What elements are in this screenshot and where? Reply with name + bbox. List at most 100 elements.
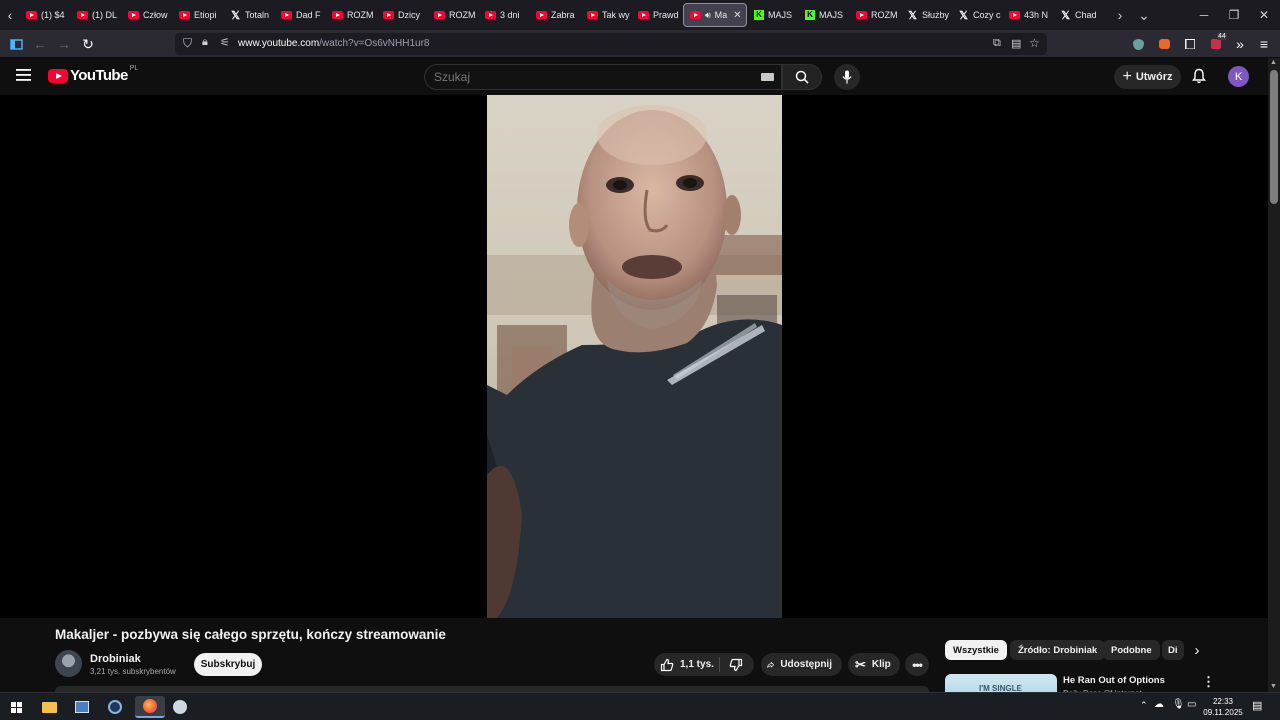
- tab-list-menu-icon[interactable]: ⌄: [1134, 0, 1154, 30]
- browser-tab[interactable]: Człow: [122, 3, 172, 27]
- browser-tab[interactable]: 𝕏 Totaln: [224, 3, 274, 27]
- video-player[interactable]: [0, 95, 1268, 618]
- chip-related[interactable]: Podobne: [1103, 640, 1160, 660]
- restore-icon[interactable]: ❐: [1218, 0, 1250, 30]
- youtube-favicon-icon: [856, 11, 867, 19]
- chips-next-icon[interactable]: ›: [1186, 640, 1208, 660]
- url-text[interactable]: www.youtube.com/watch?v=Os6vNHH1ur8: [238, 38, 429, 49]
- tray-network-icon[interactable]: ▭: [1187, 699, 1196, 710]
- tray-overflow-icon[interactable]: ⌃: [1140, 700, 1148, 711]
- overflow-chevron-icon[interactable]: »: [1230, 34, 1250, 54]
- browser-tab[interactable]: 43h N: [1003, 3, 1053, 27]
- recommended-more-icon[interactable]: ⋮: [1202, 674, 1215, 690]
- tab-strip: ‹ (1) $4 (1) DL Człow Etiopi 𝕏 Totaln Dad F ROZ…: [0, 0, 1280, 30]
- tray-microphone-icon[interactable]: 🎙︎: [1172, 699, 1185, 710]
- clip-button[interactable]: ✂ Klip: [848, 653, 900, 676]
- shield-icon[interactable]: ⛉: [183, 36, 192, 51]
- notifications-bell-icon[interactable]: [1192, 68, 1206, 89]
- windows-start-icon[interactable]: [4, 696, 28, 718]
- browser-tab[interactable]: Prawd: [632, 3, 682, 27]
- browser-tab[interactable]: 𝕏 Cozy c: [952, 3, 1002, 27]
- chip-all[interactable]: Wszystkie: [945, 640, 1007, 660]
- keyboard-icon[interactable]: [761, 73, 774, 81]
- ublock-icon[interactable]: [1128, 34, 1148, 54]
- browser-tab[interactable]: (1) $4: [20, 3, 70, 27]
- chip-source[interactable]: Źródło: Drobiniak: [1010, 640, 1106, 660]
- browser-tab[interactable]: 3 dni: [479, 3, 529, 27]
- app-menu-icon[interactable]: ≡: [1254, 34, 1274, 54]
- close-window-icon[interactable]: ✕: [1248, 0, 1280, 30]
- notification-center-icon[interactable]: ▤: [1252, 699, 1262, 712]
- scroll-down-icon[interactable]: ▼: [1270, 683, 1277, 690]
- like-count: 1,1 tys.: [680, 659, 714, 670]
- scissors-icon: ✂: [855, 656, 866, 672]
- reader-view-icon[interactable]: ▤: [1011, 37, 1021, 50]
- browser-tab[interactable]: ROZM: [428, 3, 478, 27]
- scrollbar-thumb[interactable]: [1270, 70, 1278, 204]
- tab-close-icon[interactable]: ✕: [733, 10, 741, 21]
- clock-date: 09.11.2025: [1203, 708, 1243, 717]
- youtube-logo[interactable]: YouTube PL: [48, 65, 138, 84]
- subscribe-button[interactable]: Subskrybuj: [194, 653, 262, 676]
- taskbar-clock[interactable]: 22:33 09.11.2025: [1198, 696, 1248, 718]
- browser-tab[interactable]: 🔊︎ Ma ✕: [683, 3, 747, 27]
- video-content-image: [487, 95, 782, 618]
- browser-tab[interactable]: 𝕏 Chad: [1054, 3, 1104, 27]
- recommended-thumbnail[interactable]: I'M SINGLE: [945, 674, 1057, 694]
- browser-tab[interactable]: Dzicy: [377, 3, 427, 27]
- dislike-button[interactable]: [720, 653, 754, 676]
- browser-tab[interactable]: ROZM: [326, 3, 376, 27]
- search-input[interactable]: [434, 70, 734, 84]
- search-box[interactable]: [424, 64, 782, 90]
- browser-tab[interactable]: K MAJS: [748, 3, 798, 27]
- media-app-icon[interactable]: [168, 696, 192, 718]
- back-icon[interactable]: ←: [30, 34, 50, 54]
- permissions-icon[interactable]: ⚟: [220, 36, 230, 49]
- guide-menu-icon[interactable]: [16, 68, 31, 86]
- channel-avatar[interactable]: [55, 650, 82, 677]
- tab-audio-icon[interactable]: 🔊︎: [705, 10, 711, 21]
- share-button[interactable]: Udostępnij: [761, 653, 842, 676]
- lock-icon[interactable]: 🔒︎: [202, 36, 208, 49]
- steam-icon[interactable]: [103, 696, 127, 718]
- scroll-up-icon[interactable]: ▲: [1270, 59, 1277, 66]
- browser-tab[interactable]: Etiopi: [173, 3, 223, 27]
- tab-scroll-right-icon[interactable]: ›: [1110, 0, 1130, 30]
- search-icon: [795, 70, 809, 84]
- browser-tab-label: MAJS: [768, 10, 793, 20]
- extension-fox-icon[interactable]: [1154, 34, 1174, 54]
- tab-scroll-left-icon[interactable]: ‹: [0, 0, 20, 30]
- account-avatar[interactable]: K: [1228, 66, 1249, 87]
- browser-tab[interactable]: Dad F: [275, 3, 325, 27]
- browser-tab[interactable]: Zabra: [530, 3, 580, 27]
- picture-in-picture-icon[interactable]: ⧉: [993, 37, 1001, 50]
- channel-name[interactable]: Drobiniak: [90, 653, 141, 665]
- browser-tab[interactable]: K MAJS: [799, 3, 849, 27]
- browser-tab[interactable]: (1) DL: [71, 3, 121, 27]
- extensions-puzzle-icon[interactable]: ⧠: [1180, 34, 1200, 54]
- create-button[interactable]: + Utwórz: [1114, 65, 1181, 89]
- chip-partial[interactable]: Di: [1162, 640, 1184, 660]
- search-button[interactable]: [782, 64, 822, 90]
- bookmark-star-icon[interactable]: ☆: [1029, 36, 1040, 50]
- youtube-favicon-icon: [434, 11, 445, 19]
- reload-icon[interactable]: ↻: [78, 34, 98, 54]
- video-frame[interactable]: [487, 95, 782, 618]
- minimize-icon[interactable]: ─: [1188, 0, 1220, 30]
- youtube-favicon-icon: [77, 11, 88, 19]
- network-app-icon[interactable]: [70, 696, 94, 718]
- browser-tab[interactable]: ROZM: [850, 3, 900, 27]
- voice-search-button[interactable]: [834, 64, 860, 90]
- sidebar-toggle-icon[interactable]: [6, 34, 26, 54]
- forward-icon[interactable]: →: [54, 34, 74, 54]
- onedrive-icon[interactable]: ☁: [1154, 699, 1164, 710]
- recommended-title[interactable]: He Ran Out of Options: [1063, 675, 1165, 686]
- url-bar[interactable]: ⛉ 🔒︎ ⚟ www.youtube.com/watch?v=Os6vNHH1u…: [175, 33, 1047, 55]
- firefox-icon[interactable]: [135, 696, 165, 718]
- file-explorer-icon[interactable]: [37, 696, 61, 718]
- more-actions-button[interactable]: •••: [905, 653, 929, 676]
- browser-tab[interactable]: 𝕏 Służby: [901, 3, 951, 27]
- extension-badge-icon[interactable]: 44: [1206, 33, 1227, 54]
- share-label: Udostępnij: [780, 659, 832, 670]
- browser-tab[interactable]: Tak wy: [581, 3, 631, 27]
